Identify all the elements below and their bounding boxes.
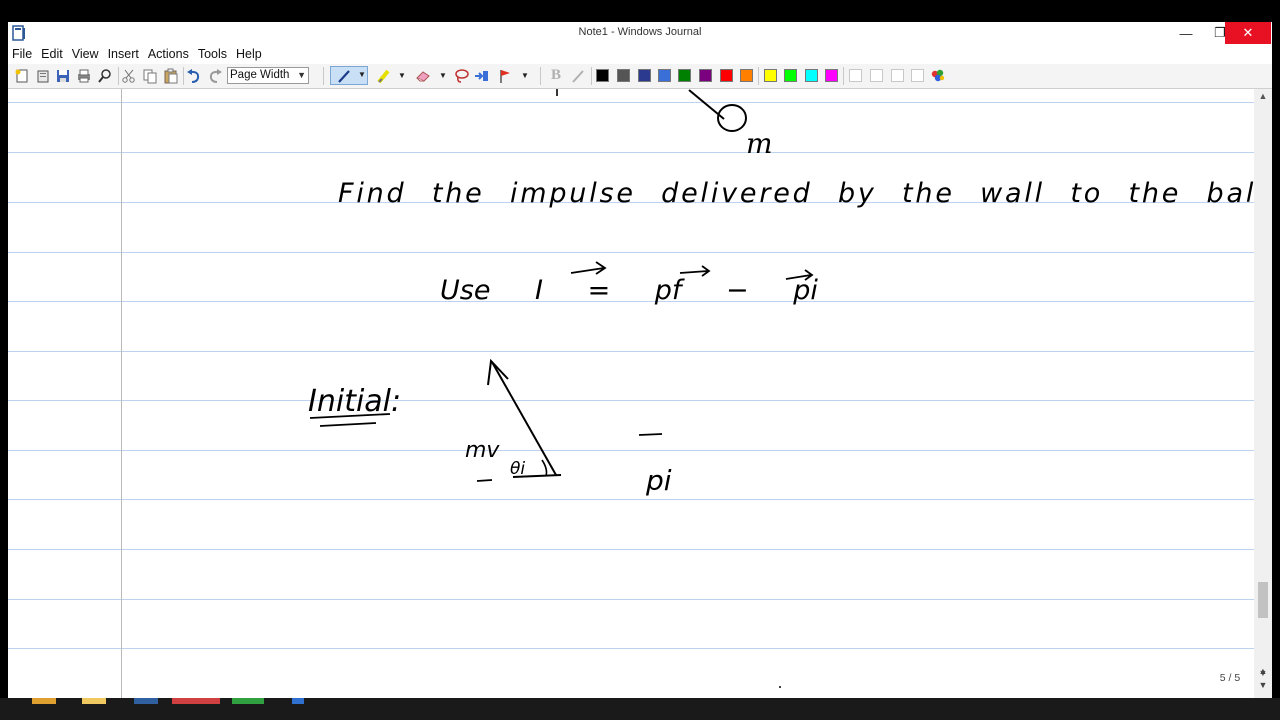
menu-bar: File Edit View Insert Actions Tools Help	[8, 44, 1272, 64]
pen-color-red[interactable]	[720, 69, 733, 82]
lasso-select-icon[interactable]	[454, 68, 470, 84]
taskbar-app-icon[interactable]	[32, 698, 56, 704]
paste-icon[interactable]	[163, 68, 179, 84]
bold-button[interactable]: B	[551, 67, 561, 84]
taskbar-app-icon[interactable]	[172, 698, 220, 704]
zoom-value: Page Width	[230, 69, 290, 81]
undo-icon[interactable]	[186, 68, 202, 84]
scroll-thumb[interactable]	[1258, 582, 1268, 618]
pen-color-black[interactable]	[596, 69, 609, 82]
handwriting-ink: m Find the impulse delivered by the wall…	[308, 89, 1254, 688]
color-palette-icon[interactable]	[930, 68, 946, 84]
ink-vector-arrow-i	[570, 261, 607, 275]
copy-icon[interactable]	[142, 68, 158, 84]
taskbar-app-icon[interactable]	[232, 698, 264, 704]
cut-icon[interactable]	[121, 68, 137, 84]
handwriting-mass-label: m	[746, 127, 773, 160]
page-navigation[interactable]: ▲ ▼	[1256, 664, 1270, 694]
highlighter-color-green[interactable]	[784, 69, 797, 82]
eraser-dropdown-icon[interactable]: ▼	[439, 71, 447, 80]
new-note-icon[interactable]	[14, 68, 30, 84]
toolbar: Page Width ▼ ▼ ▼ ▼ ▼ B	[8, 64, 1272, 89]
taskbar-app-icon[interactable]	[134, 698, 158, 704]
highlighter-icon[interactable]	[376, 68, 392, 84]
open-note-icon[interactable]	[35, 68, 51, 84]
taskbar-app-icon[interactable]	[82, 698, 106, 704]
save-icon[interactable]	[55, 68, 71, 84]
pen-color-orange[interactable]	[740, 69, 753, 82]
note-page[interactable]: m Find the impulse delivered by the wall…	[8, 89, 1254, 698]
handwriting-question: Find the impulse delivered by the wall t…	[338, 178, 1254, 209]
journal-window: Note1 - Windows Journal — ❐ ✕ File Edit …	[8, 22, 1272, 698]
menu-view[interactable]: View	[68, 47, 104, 61]
print-icon[interactable]	[76, 68, 92, 84]
insert-space-icon[interactable]	[474, 68, 490, 84]
ink-dot	[779, 686, 781, 688]
minimize-button[interactable]: —	[1169, 22, 1203, 44]
pen-color-purple[interactable]	[699, 69, 712, 82]
toolbar-separator	[118, 67, 119, 85]
custom-color-slot[interactable]	[911, 69, 924, 82]
find-icon[interactable]	[97, 68, 113, 84]
ink-angle-arc	[541, 459, 548, 477]
handwriting-theta-label: θi	[510, 459, 525, 479]
pen-color-gray[interactable]	[617, 69, 630, 82]
handwriting-mv-label: mv	[465, 438, 500, 463]
ink-vector-bar	[638, 433, 663, 436]
page-down-icon[interactable]: ▼	[1256, 678, 1270, 692]
ink-underline	[319, 422, 377, 427]
highlighter-color-yellow[interactable]	[764, 69, 777, 82]
pen-color-green[interactable]	[678, 69, 691, 82]
highlighter-color-cyan[interactable]	[805, 69, 818, 82]
flag-icon[interactable]	[497, 68, 513, 84]
menu-actions[interactable]: Actions	[144, 47, 194, 61]
ink-underline	[476, 479, 493, 482]
toolbar-separator	[540, 67, 541, 85]
pen-dropdown-icon[interactable]: ▼	[358, 70, 366, 79]
handwriting-pi-label: pi	[645, 464, 672, 497]
pen-icon	[338, 70, 350, 83]
taskbar	[0, 698, 1280, 720]
redo-icon[interactable]	[207, 68, 223, 84]
page-indicator: 5 / 5	[1219, 672, 1241, 684]
pen-color-blue[interactable]	[658, 69, 671, 82]
menu-file[interactable]: File	[8, 47, 37, 61]
pen-color-navy[interactable]	[638, 69, 651, 82]
toolbar-separator	[183, 67, 184, 85]
custom-color-slot[interactable]	[849, 69, 862, 82]
eraser-icon[interactable]	[415, 68, 431, 84]
toolbar-separator	[758, 67, 759, 85]
highlighter-dropdown-icon[interactable]: ▼	[398, 71, 406, 80]
toolbar-separator	[591, 67, 592, 85]
toolbar-separator	[843, 67, 844, 85]
scroll-up-icon[interactable]: ▲	[1254, 89, 1272, 103]
format-pen-icon[interactable]	[570, 68, 586, 84]
highlighter-color-magenta[interactable]	[825, 69, 838, 82]
custom-color-slot[interactable]	[891, 69, 904, 82]
pen-tool-button[interactable]: ▼	[330, 66, 368, 85]
page-up-icon[interactable]: ▲	[1256, 664, 1270, 678]
zoom-dropdown[interactable]: Page Width ▼	[227, 67, 309, 84]
menu-tools[interactable]: Tools	[194, 47, 232, 61]
close-button[interactable]: ✕	[1225, 22, 1271, 44]
toolbar-separator	[323, 67, 324, 85]
flag-dropdown-icon[interactable]: ▼	[521, 71, 529, 80]
chevron-down-icon: ▼	[297, 70, 306, 80]
menu-help[interactable]: Help	[232, 47, 267, 61]
menu-edit[interactable]: Edit	[37, 47, 68, 61]
taskbar-app-icon[interactable]	[292, 698, 304, 704]
window-title: Note1 - Windows Journal	[578, 26, 702, 38]
vertical-scrollbar[interactable]: ▲ ▼	[1254, 89, 1272, 698]
custom-color-slot[interactable]	[870, 69, 883, 82]
title-bar: Note1 - Windows Journal — ❐ ✕	[8, 22, 1272, 44]
menu-insert[interactable]: Insert	[104, 47, 144, 61]
handwriting-equation: Use I = pf − pi	[440, 275, 818, 306]
